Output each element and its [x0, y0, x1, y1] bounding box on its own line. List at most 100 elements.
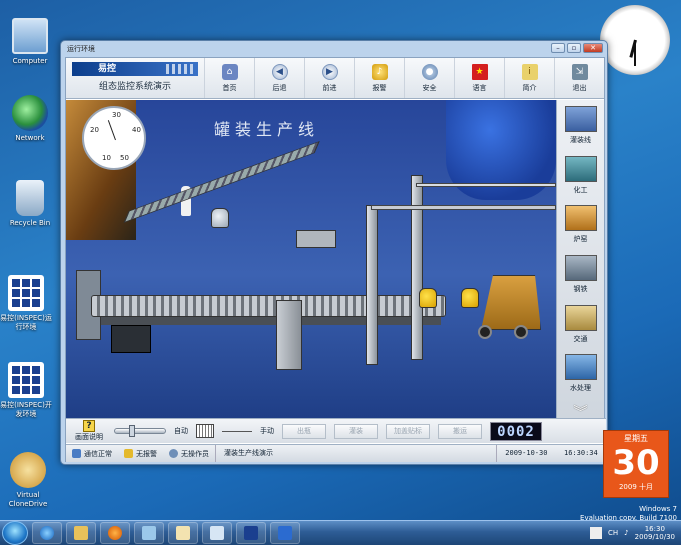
taskbar-media[interactable]: [100, 522, 130, 544]
toolbar-home[interactable]: ⌂ 首页: [204, 58, 254, 98]
calendar-gadget[interactable]: 星期五 30 2009 十月: [603, 430, 669, 498]
toolbar-label: 前进: [322, 83, 337, 92]
menu-item-water[interactable]: 水处理: [559, 354, 603, 404]
start-button[interactable]: [2, 521, 28, 545]
clock-gadget[interactable]: [600, 5, 670, 75]
menu-item-label: 钢铁: [573, 285, 588, 294]
traffic-thumbnail: [564, 304, 597, 331]
paint-icon: [176, 526, 190, 540]
status-alarm: 无报警: [118, 449, 163, 459]
labeling-cabinet: [276, 300, 302, 370]
back-icon: ◀: [271, 63, 288, 80]
bottle: [419, 288, 437, 308]
menu-item-label: 交通: [573, 334, 588, 343]
menu-item-label: 水处理: [570, 384, 591, 393]
taskbar: CH ♪ 16:30 2009/10/30: [0, 520, 681, 545]
computer-icon: [12, 18, 48, 54]
recycle-bin-icon: [16, 180, 44, 216]
menu-item-label: 炉窑: [573, 235, 588, 244]
status-alarm-text: 无报警: [136, 449, 157, 458]
tray-clock[interactable]: 16:30 2009/10/30: [635, 525, 675, 541]
process-scene: 罐装生产线 30 20 40 10 50: [66, 100, 556, 418]
fill-button[interactable]: 灌装: [334, 423, 378, 439]
eject-bottle-button[interactable]: 出瓶: [282, 423, 326, 439]
gantry-rail: [371, 205, 556, 210]
gauge-tick: 40: [132, 126, 141, 134]
mode-switch[interactable]: [196, 424, 214, 438]
calendar-year-month: 2009 十月: [618, 483, 654, 491]
menu-item-steel[interactable]: 钢铁: [559, 255, 603, 305]
taskbar-explorer[interactable]: [66, 522, 96, 544]
gauge-tick: 10: [102, 154, 111, 162]
comm-icon: [72, 449, 81, 458]
gauge-tick: 20: [90, 126, 99, 134]
taskbar-ie[interactable]: [32, 522, 62, 544]
alarm-status-icon: [124, 449, 133, 458]
taskbar-app2[interactable]: [168, 522, 198, 544]
media-player-icon: [108, 526, 122, 540]
logo-brand: 易控: [72, 62, 198, 76]
bottle: [461, 288, 479, 308]
toolbar-about[interactable]: i 简介: [504, 58, 554, 98]
language-indicator[interactable]: CH: [608, 529, 618, 537]
status-comm-text: 通信正常: [84, 449, 112, 458]
desktop-icon-network[interactable]: Network: [2, 95, 58, 143]
window-title: 运行环境: [67, 45, 95, 53]
desktop-icon-runtime[interactable]: 易控(INSPEC)运行环境: [0, 275, 54, 332]
chemical-thumbnail: [564, 155, 597, 182]
toolbar-label: 退出: [572, 83, 587, 92]
brand-logo: 易控 组态监控系统演示: [66, 58, 204, 98]
toolbar-security[interactable]: ● 安全: [404, 58, 454, 98]
runtime-window: 运行环境 – ▫ ✕ 易控 组态监控系统演示 ⌂ 首页 ◀ 后退 ▶ 前进 ♪ 报警 ●…: [60, 40, 608, 465]
cap-label-button[interactable]: 加盖贴标: [386, 423, 430, 439]
volume-icon[interactable]: ♪: [624, 529, 628, 537]
menu-item-traffic[interactable]: 交通: [559, 304, 603, 355]
toolbar-alarm[interactable]: ♪ 报警: [354, 58, 404, 98]
slider-knob[interactable]: [129, 425, 135, 437]
desktop-icon-computer[interactable]: Computer: [2, 18, 58, 66]
desktop-icon-dev[interactable]: 易控(INSPEC)开发环境: [0, 362, 54, 419]
calendar-day: 30: [612, 443, 660, 483]
about-icon: i: [521, 63, 538, 80]
toolbar-back[interactable]: ◀ 后退: [254, 58, 304, 98]
inspec-runtime-icon: [8, 275, 44, 311]
taskbar-inspec-runtime[interactable]: [270, 522, 300, 544]
gantry-post: [366, 205, 378, 365]
desktop-icon-recycle-bin[interactable]: Recycle Bin: [2, 180, 58, 228]
auto-label: 自动: [174, 427, 188, 435]
help-label: 画面说明: [75, 433, 103, 441]
system-tray: CH ♪ 16:30 2009/10/30: [590, 525, 681, 541]
minimize-button[interactable]: –: [551, 43, 565, 53]
desktop-icon-clonedrive[interactable]: Virtual CloneDrive: [0, 452, 56, 509]
tray-date: 2009/10/30: [634, 533, 675, 541]
language-flag-icon: ★: [471, 63, 488, 80]
close-button[interactable]: ✕: [583, 43, 603, 53]
toolbar-exit[interactable]: ⇲ 退出: [554, 58, 604, 98]
taskbar-app3[interactable]: [202, 522, 232, 544]
conveyor-base: [101, 317, 441, 325]
help-button[interactable]: ? 画面说明: [72, 420, 106, 442]
window-titlebar[interactable]: 运行环境: [61, 41, 607, 57]
main-conveyor: [91, 295, 446, 317]
taskbar-app1[interactable]: [134, 522, 164, 544]
menu-item-kiln[interactable]: 炉窑: [559, 205, 603, 255]
menu-item-chemical[interactable]: 化工: [559, 155, 603, 206]
toolbar-label: 安全: [422, 83, 437, 92]
toolbar-language[interactable]: ★ 语言: [454, 58, 504, 98]
inspec-dev-icon: [8, 362, 44, 398]
toolbar-forward[interactable]: ▶ 前进: [304, 58, 354, 98]
tray-notepad-icon[interactable]: [590, 527, 603, 539]
toolbar-label: 报警: [372, 83, 387, 92]
logo-subtitle: 组态监控系统演示: [98, 82, 171, 92]
security-icon: ●: [421, 63, 438, 80]
internet-explorer-icon: [40, 526, 54, 540]
status-date: 2009-10-30: [505, 449, 548, 457]
taskbar-inspec-dev[interactable]: [236, 522, 266, 544]
menu-item-filling-line[interactable]: 灌装线: [559, 106, 603, 156]
restore-button[interactable]: ▫: [567, 43, 581, 53]
scroll-down-chevron-icon[interactable]: ︾: [574, 406, 588, 420]
inspec-dev-icon: [244, 526, 258, 540]
transport-button[interactable]: 搬运: [438, 423, 482, 439]
speed-slider[interactable]: [114, 425, 166, 437]
main-toolbar: 易控 组态监控系统演示 ⌂ 首页 ◀ 后退 ▶ 前进 ♪ 报警 ● 安全 ★ 语言 i 简介 …: [66, 58, 604, 99]
